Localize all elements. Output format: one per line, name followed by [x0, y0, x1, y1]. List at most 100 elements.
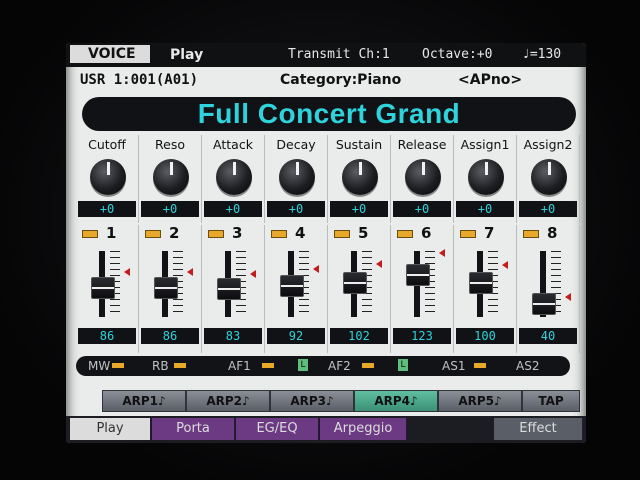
slider-value: 100	[456, 328, 514, 344]
slider-column-4: 4 92	[265, 224, 328, 353]
slider-column-2: 2 86	[139, 224, 202, 353]
knob-value: +0	[330, 201, 388, 217]
slider-header: 1	[76, 224, 138, 242]
slider-led	[271, 230, 287, 238]
slider-number: 4	[295, 224, 306, 242]
knob-value: +0	[78, 201, 136, 217]
slider-number: 1	[106, 224, 117, 242]
slider-pointer-icon	[313, 265, 319, 273]
slider-thumb[interactable]	[91, 277, 115, 299]
ribbon-led	[174, 363, 186, 368]
slider-thumb[interactable]	[154, 277, 178, 299]
slider-column-5: 5 102	[328, 224, 391, 353]
knob-indicator-icon	[233, 162, 236, 175]
mode-tab-voice[interactable]: VOICE	[70, 45, 150, 63]
knob-value: +0	[204, 201, 262, 217]
slider-number: 2	[169, 224, 180, 242]
tab-porta[interactable]: Porta	[152, 418, 235, 440]
slider-column-3: 3 83	[202, 224, 265, 353]
knob-column-3: Attack +0	[202, 135, 265, 223]
slider-header: 8	[517, 224, 579, 242]
tab-empty	[408, 418, 492, 440]
lcd-screen: VOICE Play Transmit Ch:1 Octave:+0 ♩=130…	[66, 43, 586, 443]
slider-pointer-icon	[250, 270, 256, 278]
knob-column-2: Reso +0	[139, 135, 202, 223]
knob-1[interactable]	[90, 159, 126, 195]
arp4-button[interactable]: ARP4♪	[354, 390, 438, 412]
slider-value: 83	[204, 328, 262, 344]
sub-mode-label: Play	[170, 47, 204, 63]
arp3-button[interactable]: ARP3♪	[270, 390, 354, 412]
knob-indicator-icon	[548, 162, 551, 175]
slider-value: 102	[330, 328, 388, 344]
tab-play[interactable]: Play	[70, 418, 151, 440]
knob-7[interactable]	[468, 159, 504, 195]
af2-led	[362, 363, 374, 368]
knob-column-7: Assign1 +0	[454, 135, 517, 223]
slider-thumb[interactable]	[343, 272, 367, 294]
arp1-button[interactable]: ARP1♪	[102, 390, 186, 412]
as1-led	[474, 363, 486, 368]
voice-info-row: USR 1:001(A01) Category:Piano <APno>	[66, 69, 586, 91]
knob-indicator-icon	[422, 162, 425, 175]
knob-2[interactable]	[153, 159, 189, 195]
knob-label: Decay	[276, 137, 316, 152]
knob-value: +0	[141, 201, 199, 217]
slider-value: 40	[519, 328, 577, 344]
knob-label: Cutoff	[88, 137, 126, 152]
subcategory-label[interactable]: <APno>	[458, 72, 522, 88]
knob-indicator-icon	[107, 162, 110, 175]
knob-value: +0	[519, 201, 577, 217]
slider-thumb[interactable]	[217, 278, 241, 300]
knob-8[interactable]	[531, 159, 567, 195]
tab-effect[interactable]: Effect	[494, 418, 583, 440]
slider-pointer-icon	[565, 293, 571, 301]
arp2-button[interactable]: ARP2♪	[186, 390, 270, 412]
slider-number: 7	[484, 224, 495, 242]
ribbon-label: RB	[152, 359, 169, 373]
slider-led	[334, 230, 350, 238]
af1-lock-icon: L	[298, 359, 308, 371]
voice-name-display[interactable]: Full Concert Grand	[82, 97, 576, 131]
mod-wheel-label: MW	[88, 359, 111, 373]
arp5-button[interactable]: ARP5♪	[438, 390, 522, 412]
slider-thumb[interactable]	[406, 264, 430, 286]
tab-eg-eq[interactable]: EG/EQ	[236, 418, 319, 440]
knob-label: Attack	[213, 137, 253, 152]
slider-header: 2	[139, 224, 201, 242]
af2-lock-icon: L	[398, 359, 408, 371]
tap-button[interactable]: TAP	[522, 390, 580, 412]
knob-column-6: Release +0	[391, 135, 454, 223]
bank-number[interactable]: USR 1:001(A01)	[80, 72, 198, 88]
slider-value: 86	[78, 328, 136, 344]
transmit-channel: Transmit Ch:1	[288, 47, 390, 62]
bottom-tab-bar: Play Porta EG/EQ Arpeggio Effect	[66, 416, 586, 443]
slider-thumb[interactable]	[532, 293, 556, 315]
knob-column-4: Decay +0	[265, 135, 328, 223]
slider-pointer-icon	[124, 268, 130, 276]
knob-row: Cutoff +0 Reso +0 Attack +0 Decay +0 Sustain +0 Re…	[76, 135, 582, 223]
knob-label: Assign2	[523, 137, 573, 152]
knob-indicator-icon	[485, 162, 488, 175]
slider-number: 6	[421, 224, 432, 242]
knob-value: +0	[393, 201, 451, 217]
slider-header: 6	[391, 224, 453, 242]
knob-4[interactable]	[279, 159, 315, 195]
slider-thumb[interactable]	[469, 272, 493, 294]
knob-3[interactable]	[216, 159, 252, 195]
arpeggio-buttons: ARP1♪ ARP2♪ ARP3♪ ARP4♪ ARP5♪ TAP	[102, 388, 586, 412]
knob-indicator-icon	[170, 162, 173, 175]
tab-arpeggio[interactable]: Arpeggio	[320, 418, 407, 440]
slider-led	[208, 230, 224, 238]
knob-label: Release	[397, 137, 447, 152]
category-label[interactable]: Category:Piano	[280, 72, 401, 88]
knob-indicator-icon	[296, 162, 299, 175]
knob-value: +0	[267, 201, 325, 217]
controller-status-bar: MW RB AF1 L AF2 L AS1 AS2	[76, 356, 570, 376]
tempo-readout: ♩=130	[522, 47, 562, 62]
slider-thumb[interactable]	[280, 275, 304, 297]
knob-5[interactable]	[342, 159, 378, 195]
as1-label: AS1	[442, 359, 466, 373]
slider-led	[397, 230, 413, 238]
knob-6[interactable]	[405, 159, 441, 195]
